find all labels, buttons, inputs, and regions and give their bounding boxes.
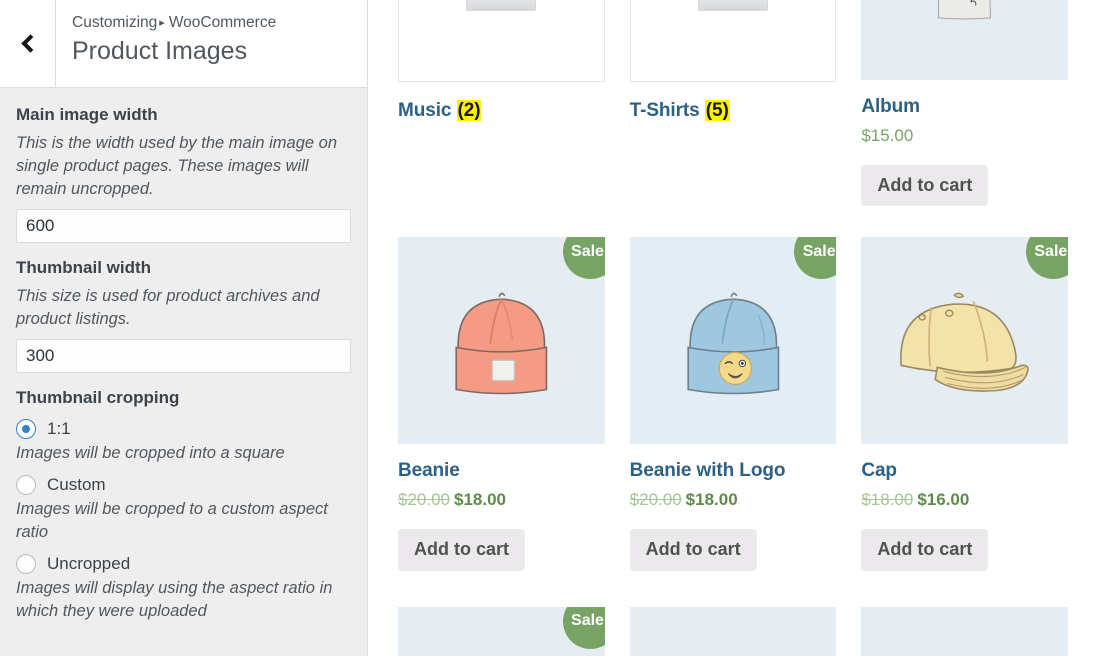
radio-label: Uncropped [47, 553, 130, 575]
tshirt-icon [466, 0, 536, 11]
product-image-next-2[interactable] [630, 607, 837, 656]
panel-header: Customizing▸ WooCommerce Product Images [0, 0, 367, 88]
site-preview: Music (2) T-Shirts (5) [368, 0, 1100, 656]
field-thumbnail-cropping: Thumbnail cropping 1:1 Images will be cr… [16, 387, 351, 622]
sale-price: $18.00 [454, 490, 506, 509]
original-price: $20.00 [398, 490, 450, 509]
product-title[interactable]: Album [861, 96, 1068, 119]
radio-label: 1:1 [47, 418, 71, 440]
product-card-next-1: Sale! [398, 607, 605, 656]
back-button[interactable] [0, 0, 56, 87]
product-card-next-3 [861, 607, 1068, 656]
breadcrumb-separator-icon: ▸ [159, 16, 165, 31]
product-card-beanie: Sale! Beanie $20.00$18.00 Add to cart [398, 237, 605, 576]
field-thumbnail-width: Thumbnail width This size is used for pr… [16, 257, 351, 373]
field-description: This is the width used by the main image… [16, 132, 351, 201]
product-image-next-3[interactable] [861, 607, 1068, 656]
product-price: $20.00$18.00 [398, 489, 605, 511]
radio-description-uncropped: Images will display using the aspect rat… [16, 577, 351, 623]
preview-row-next: Sale! [384, 607, 1084, 656]
product-card-cap: Sale! Cap $18.00$16.00 Add to cart [861, 237, 1068, 576]
product-card-beanie-with-logo: Sale! Beanie with Logo $20.00$18.00 Add … [630, 237, 837, 576]
radio-option-1-1[interactable]: 1:1 [16, 418, 351, 440]
product-price: $18.00$16.00 [861, 489, 1068, 511]
breadcrumb-parent: Customizing [72, 14, 157, 31]
category-thumbnail[interactable] [398, 0, 605, 82]
page-title: Product Images [72, 35, 367, 68]
panel-header-titles: Customizing▸ WooCommerce Product Images [56, 0, 367, 87]
product-image-next-1[interactable]: Sale! [398, 607, 605, 656]
radio-button-uncropped[interactable] [16, 554, 36, 574]
radio-option-uncropped[interactable]: Uncropped [16, 553, 351, 575]
row-spacer [384, 577, 1084, 607]
breadcrumb: Customizing▸ WooCommerce [72, 12, 367, 34]
product-price: $15.00 [861, 125, 1068, 147]
field-label: Main image width [16, 104, 351, 127]
product-title[interactable]: Beanie [398, 460, 605, 483]
preview-row-products: Sale! Beanie $20.00$18.00 Add to cart [384, 237, 1084, 576]
add-to-cart-button[interactable]: Add to cart [861, 165, 988, 207]
category-title[interactable]: T-Shirts (5) [630, 100, 837, 123]
main-image-width-input[interactable] [16, 209, 351, 243]
category-thumbnail[interactable] [630, 0, 837, 82]
field-description: This size is used for product archives a… [16, 285, 351, 331]
product-title[interactable]: Beanie with Logo [630, 460, 837, 483]
radio-label: Custom [47, 474, 106, 496]
category-card-music[interactable]: Music (2) [398, 0, 605, 212]
radio-option-custom[interactable]: Custom [16, 474, 351, 496]
product-title[interactable]: Cap [861, 460, 1068, 483]
category-count: (5) [705, 100, 730, 121]
panel-body: Main image width This is the width used … [0, 88, 367, 656]
sale-badge: Sale! [563, 607, 605, 649]
product-image-cap[interactable]: Sale! [861, 237, 1068, 444]
radio-button-1-1[interactable] [16, 419, 36, 439]
radio-button-custom[interactable] [16, 475, 36, 495]
category-name: T-Shirts [630, 100, 700, 121]
add-to-cart-button[interactable]: Add to cart [630, 529, 757, 571]
category-count: (2) [457, 100, 482, 121]
cropping-group-label: Thumbnail cropping [16, 387, 351, 410]
breadcrumb-section: WooCommerce [169, 14, 276, 31]
price-value: $15.00 [861, 126, 913, 145]
product-price: $20.00$18.00 [630, 489, 837, 511]
product-card-album: Album $15.00 Add to cart [861, 0, 1068, 212]
product-image-album[interactable] [861, 0, 1068, 80]
preview-row-categories: Music (2) T-Shirts (5) [384, 0, 1084, 212]
customizer-panel: Customizing▸ WooCommerce Product Images M… [0, 0, 368, 656]
category-card-tshirts[interactable]: T-Shirts (5) [630, 0, 837, 212]
field-main-image-width: Main image width This is the width used … [16, 104, 351, 243]
radio-description-custom: Images will be cropped to a custom aspec… [16, 498, 351, 544]
tshirt-icon [698, 0, 768, 11]
product-card-next-2 [630, 607, 837, 656]
add-to-cart-button[interactable]: Add to cart [398, 529, 525, 571]
thumbnail-width-input[interactable] [16, 339, 351, 373]
field-label: Thumbnail width [16, 257, 351, 280]
radio-description-1-1: Images will be cropped into a square [16, 442, 351, 465]
product-image-beanie[interactable]: Sale! [398, 237, 605, 444]
customizer-screen: Customizing▸ WooCommerce Product Images M… [0, 0, 1100, 656]
sale-price: $16.00 [917, 490, 969, 509]
original-price: $18.00 [861, 490, 913, 509]
sale-price: $18.00 [686, 490, 738, 509]
category-title[interactable]: Music (2) [398, 100, 605, 123]
add-to-cart-button[interactable]: Add to cart [861, 529, 988, 571]
product-image-beanie-with-logo[interactable]: Sale! [630, 237, 837, 444]
album-cover-art [861, 0, 1068, 80]
chevron-left-icon [21, 34, 39, 52]
original-price: $20.00 [630, 490, 682, 509]
category-name: Music [398, 100, 451, 121]
row-spacer [384, 212, 1084, 237]
